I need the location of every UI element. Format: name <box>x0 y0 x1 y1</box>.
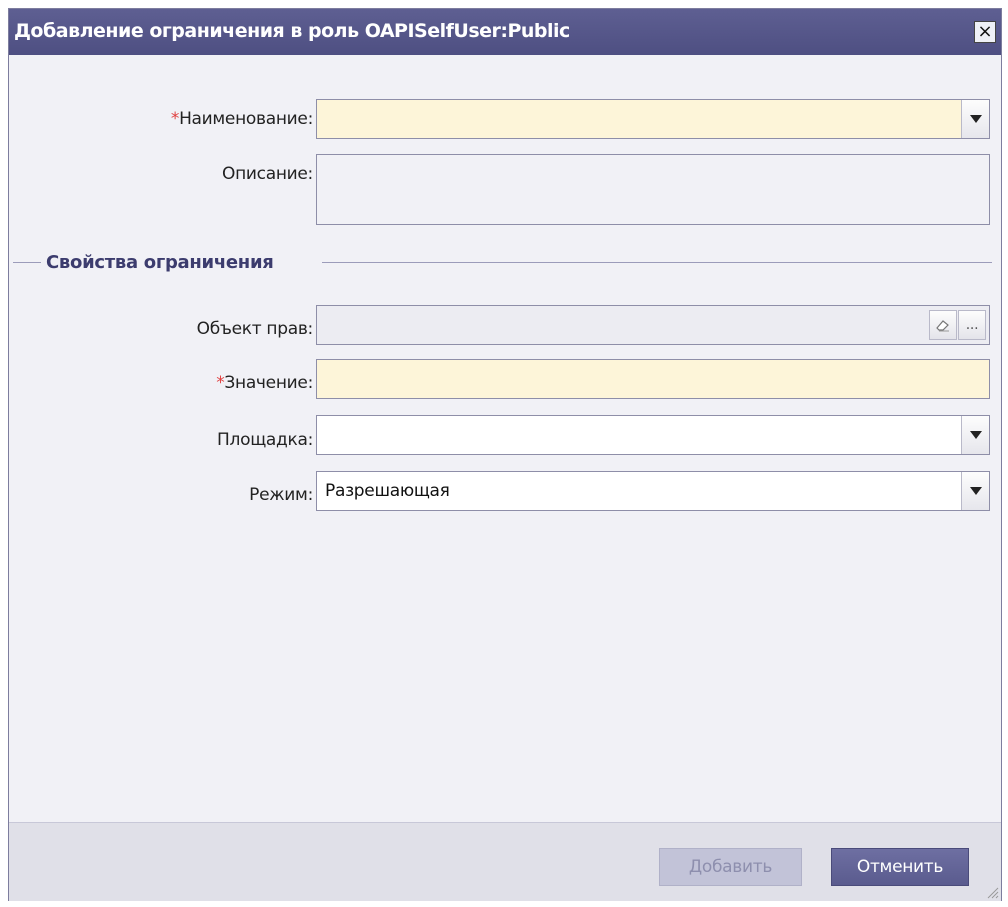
dialog-title: Добавление ограничения в роль OAPISelfUs… <box>14 20 570 42</box>
dialog-footer: Добавить Отменить <box>9 822 1001 901</box>
value-label: *Значение: <box>216 373 313 393</box>
rights-object-label: Объект прав: <box>196 319 314 339</box>
mode-dropdown-button[interactable] <box>961 472 989 510</box>
clear-button[interactable] <box>929 310 957 340</box>
site-label: Площадка: <box>217 430 313 450</box>
browse-button[interactable]: ... <box>958 310 986 340</box>
mode-label: Режим: <box>249 485 313 505</box>
dialog-body: *Наименование: Описание: Свойства ограни… <box>9 55 1001 822</box>
mode-combobox[interactable]: Разрешающая <box>316 471 990 511</box>
mode-value: Разрешающая <box>325 481 450 501</box>
eraser-icon <box>936 320 949 332</box>
resize-grip-icon[interactable] <box>985 885 999 899</box>
close-button[interactable]: × <box>974 21 996 43</box>
value-input[interactable] <box>316 359 990 399</box>
name-combobox[interactable] <box>316 99 990 139</box>
description-label: Описание: <box>222 164 313 184</box>
add-button[interactable]: Добавить <box>659 848 802 886</box>
site-dropdown-button[interactable] <box>961 416 989 454</box>
description-textarea[interactable] <box>316 154 990 225</box>
cancel-button[interactable]: Отменить <box>831 848 969 886</box>
site-combobox[interactable] <box>316 415 990 455</box>
add-restriction-dialog: Добавление ограничения в роль OAPISelfUs… <box>8 8 1002 901</box>
name-label: *Наименование: <box>170 109 313 129</box>
close-icon: × <box>977 21 993 42</box>
fieldset-legend: Свойства ограничения <box>42 252 278 273</box>
name-dropdown-button[interactable] <box>961 100 989 138</box>
fieldset-divider-right <box>322 262 992 263</box>
required-mark: * <box>170 109 180 129</box>
fieldset-divider-left <box>13 262 41 263</box>
rights-object-field[interactable]: ... <box>316 305 990 345</box>
dialog-titlebar[interactable]: Добавление ограничения в роль OAPISelfUs… <box>9 9 1001 55</box>
